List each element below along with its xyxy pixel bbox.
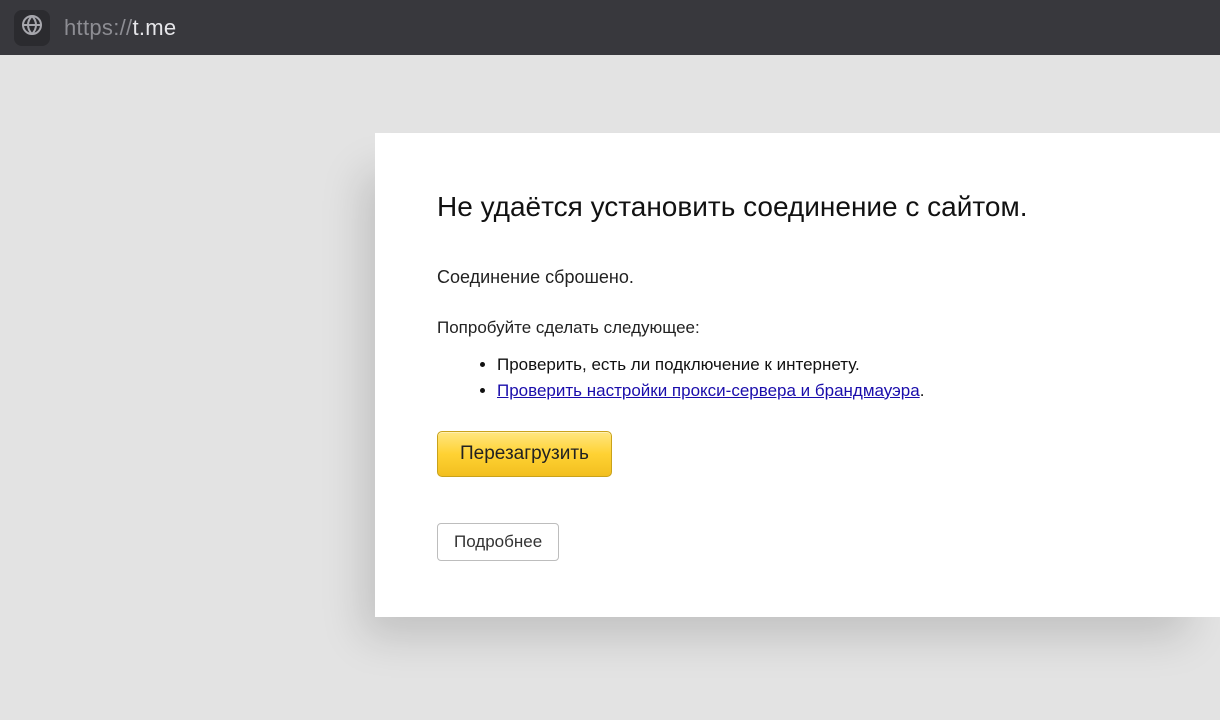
url-display[interactable]: https://t.me xyxy=(64,15,176,41)
address-bar: https://t.me xyxy=(0,0,1220,55)
proxy-settings-link[interactable]: Проверить настройки прокси-сервера и бра… xyxy=(497,381,920,400)
url-protocol: https:// xyxy=(64,15,132,40)
page-content-area: Не удаётся установить соединение с сайто… xyxy=(0,55,1220,720)
reload-button[interactable]: Перезагрузить xyxy=(437,431,612,477)
error-title: Не удаётся установить соединение с сайто… xyxy=(437,191,1162,223)
url-host: t.me xyxy=(132,15,176,40)
globe-icon xyxy=(20,13,44,42)
more-details-button[interactable]: Подробнее xyxy=(437,523,559,561)
site-identity-icon-box[interactable] xyxy=(14,10,50,46)
suggestion-item-connection: Проверить, есть ли подключение к интерне… xyxy=(497,352,1162,378)
error-card: Не удаётся установить соединение с сайто… xyxy=(375,133,1220,617)
period: . xyxy=(920,381,925,400)
try-following-label: Попробуйте сделать следующее: xyxy=(437,318,1162,338)
suggestion-list: Проверить, есть ли подключение к интерне… xyxy=(497,352,1162,403)
error-subtitle: Соединение сброшено. xyxy=(437,267,1162,288)
suggestion-item-proxy: Проверить настройки прокси-сервера и бра… xyxy=(497,378,1162,404)
